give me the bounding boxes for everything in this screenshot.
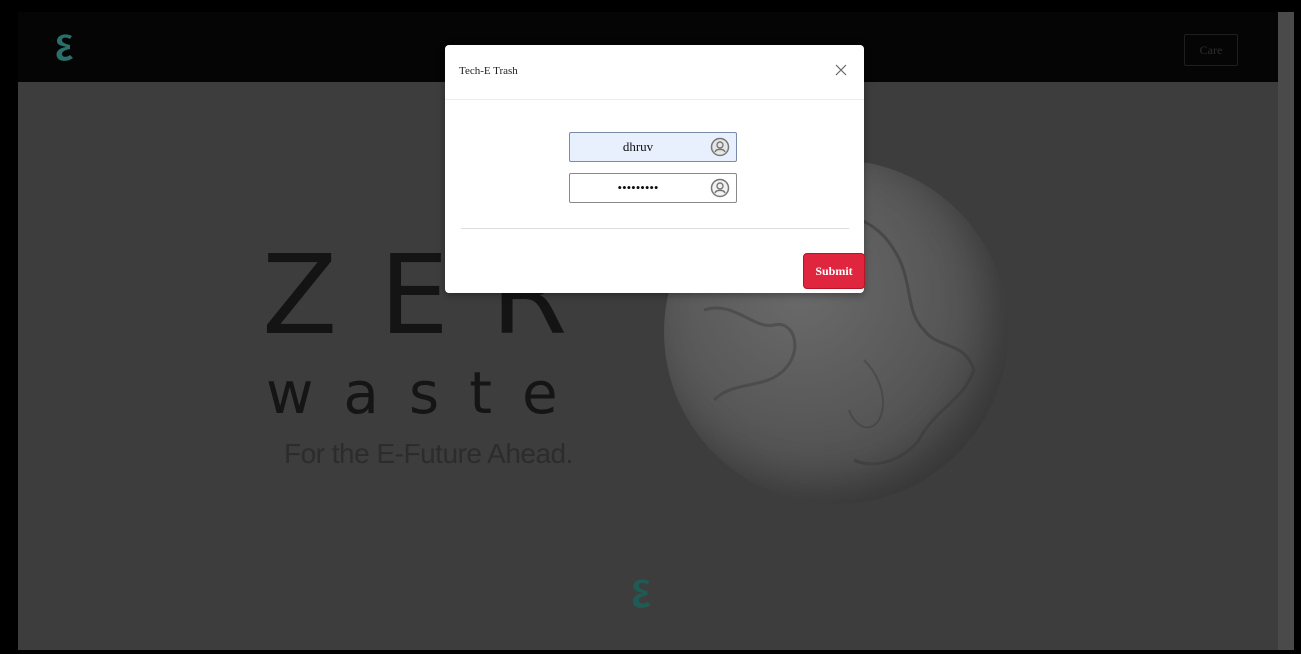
- e-logo-icon[interactable]: [52, 30, 78, 64]
- username-field[interactable]: [569, 132, 737, 162]
- login-modal: Tech-E Trash Submit: [445, 45, 865, 293]
- page-frame: Care ZER waste For the E-Future Ahead. T…: [18, 12, 1294, 650]
- close-button[interactable]: [833, 62, 849, 78]
- modal-footer-divider: [461, 228, 849, 229]
- user-avatar-icon[interactable]: [710, 137, 730, 157]
- password-input[interactable]: [570, 174, 706, 202]
- username-input[interactable]: [570, 133, 706, 161]
- hero-title-waste: waste: [266, 359, 588, 427]
- close-icon: [835, 64, 847, 76]
- nav-care-button[interactable]: Care: [1184, 34, 1238, 66]
- hero-tagline: For the E-Future Ahead.: [284, 438, 573, 469]
- user-avatar-icon[interactable]: [710, 178, 730, 198]
- submit-button[interactable]: Submit: [803, 253, 865, 289]
- password-field[interactable]: [569, 173, 737, 203]
- modal-header-divider: [445, 99, 864, 100]
- scrollbar-track[interactable]: [1278, 12, 1294, 650]
- footer-e-logo-icon: [632, 579, 651, 608]
- modal-title: Tech-E Trash: [459, 65, 518, 77]
